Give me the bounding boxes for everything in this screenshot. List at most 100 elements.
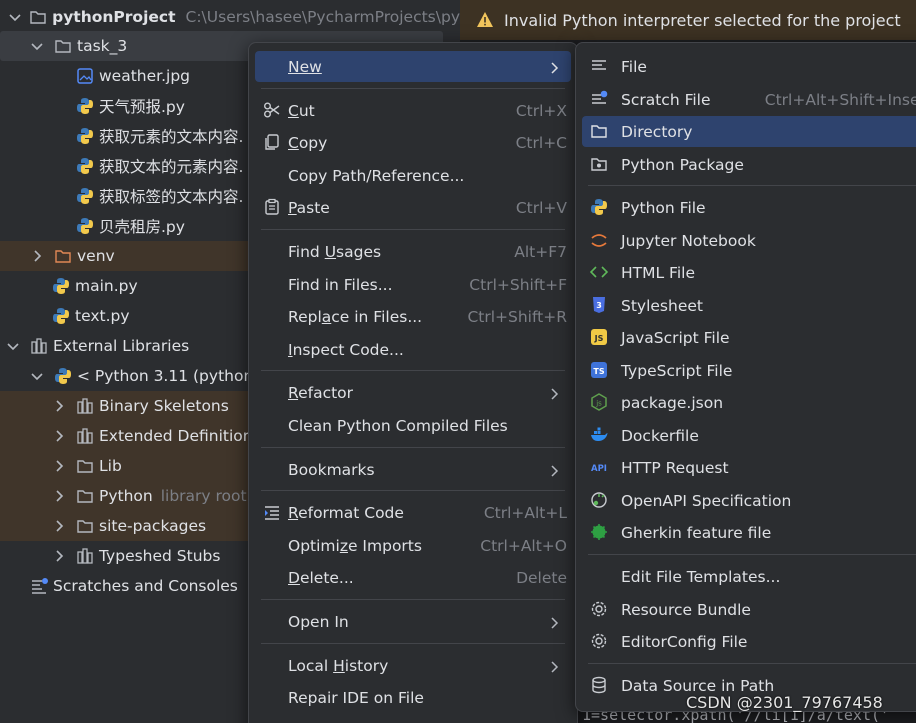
menu-item-dockerfile[interactable]: Dockerfile: [582, 420, 916, 451]
chevron-right-icon[interactable]: [52, 399, 66, 413]
menu-item-open-in[interactable]: Open In: [255, 606, 571, 637]
python-file-icon: [76, 97, 94, 115]
chevron-down-icon[interactable]: [30, 369, 44, 383]
tree-root[interactable]: pythonProject C:\Users\hasee\PycharmProj…: [0, 2, 460, 32]
menu-item-clean-compiled[interactable]: Clean Python Compiled Files: [255, 410, 571, 441]
menu-item-label: Find Usages: [288, 242, 382, 261]
menu-item-file[interactable]: File: [582, 51, 916, 82]
folder-label: Extended Definitior: [99, 427, 250, 445]
folder-icon: [54, 37, 72, 55]
menu-item-bookmarks[interactable]: Bookmarks: [255, 454, 571, 485]
chevron-right-icon[interactable]: [52, 459, 66, 473]
folder-label: Binary Skeletons: [99, 397, 229, 415]
menu-item-label: HTML File: [621, 263, 695, 282]
copy-icon: [263, 133, 281, 151]
menu-item-label: TypeScript File: [621, 361, 733, 380]
tree-binary-skeletons[interactable]: Binary Skeletons: [0, 391, 250, 421]
menu-item-label: JavaScript File: [621, 328, 730, 347]
menu-separator: [261, 643, 565, 644]
shortcut-label: Alt+F7: [514, 242, 567, 261]
database-icon: [590, 676, 608, 694]
menu-item-directory[interactable]: Directory: [582, 116, 916, 147]
gherkin-icon: [590, 523, 608, 541]
svg-text:3: 3: [596, 301, 602, 310]
menu-item-python-package[interactable]: Python Package: [582, 149, 916, 180]
menu-separator: [261, 599, 565, 600]
python-file-icon: [590, 198, 608, 216]
tree-folder-venv[interactable]: venv: [0, 241, 250, 271]
file-label: main.py: [75, 277, 138, 295]
tree-site-packages[interactable]: site-packages: [0, 511, 250, 541]
context-menu: New Cut Ctrl+X Copy Ctrl+C Copy Path/Ref…: [248, 42, 578, 723]
chevron-down-icon[interactable]: [8, 10, 21, 24]
chevron-down-icon[interactable]: [6, 339, 20, 353]
project-name: pythonProject: [52, 8, 176, 26]
tree-extended-definitions[interactable]: Extended Definitior: [0, 421, 250, 451]
svg-text:JS: JS: [594, 334, 604, 343]
api-icon: API: [590, 458, 608, 476]
menu-item-scratch-file[interactable]: Scratch File Ctrl+Alt+Shift+Insert: [582, 84, 916, 115]
chevron-right-icon[interactable]: [52, 429, 66, 443]
menu-item-html-file[interactable]: HTML File: [582, 257, 916, 288]
menu-item-http-request[interactable]: API HTTP Request: [582, 452, 916, 483]
menu-item-edit-templates[interactable]: Edit File Templates...: [582, 561, 916, 592]
tree-python-lib-root[interactable]: Python library root: [0, 481, 250, 511]
menu-item-label: package.json: [621, 393, 724, 412]
menu-item-typescript[interactable]: TS TypeScript File: [582, 355, 916, 386]
docker-icon: [590, 426, 608, 444]
menu-item-reformat-code[interactable]: Reformat Code Ctrl+Alt+L: [255, 497, 571, 528]
menu-item-find-usages[interactable]: Find Usages Alt+F7: [255, 236, 571, 267]
menu-item-label: Scratch File: [621, 90, 711, 109]
menu-item-gherkin[interactable]: Gherkin feature file: [582, 517, 916, 548]
folder-icon: [76, 487, 94, 505]
chevron-right-icon[interactable]: [30, 249, 44, 263]
folder-icon: [76, 457, 94, 475]
menu-item-paste[interactable]: Paste Ctrl+V: [255, 192, 571, 223]
shortcut-label: Ctrl+V: [515, 198, 567, 217]
menu-item-cut[interactable]: Cut Ctrl+X: [255, 95, 571, 126]
menu-item-refactor[interactable]: Refactor: [255, 377, 571, 408]
menu-item-optimize-imports[interactable]: Optimize Imports Ctrl+Alt+O: [255, 530, 571, 561]
menu-item-local-history[interactable]: Local History: [255, 650, 571, 681]
menu-item-resource-bundle[interactable]: Resource Bundle: [582, 594, 916, 625]
menu-item-label: Find in Files...: [288, 275, 393, 294]
chevron-down-icon[interactable]: [30, 39, 44, 53]
menu-item-label: Paste: [288, 198, 330, 217]
chevron-right-icon[interactable]: [52, 519, 66, 533]
tree-lib[interactable]: Lib: [0, 451, 250, 481]
menu-separator: [261, 370, 565, 371]
menu-separator: [588, 185, 916, 186]
menu-item-label: Python Package: [621, 155, 744, 174]
menu-item-copy[interactable]: Copy Ctrl+C: [255, 127, 571, 158]
project-path: C:\Users\hasee\PycharmProjects\py: [185, 8, 461, 26]
menu-item-openapi[interactable]: OpenAPI Specification: [582, 485, 916, 516]
menu-item-find-in-files[interactable]: Find in Files... Ctrl+Shift+F: [255, 269, 571, 300]
chevron-right-icon[interactable]: [52, 489, 66, 503]
shortcut-label: Ctrl+Shift+F: [469, 275, 567, 294]
menu-item-delete[interactable]: Delete... Delete: [255, 562, 571, 593]
menu-item-inspect-code[interactable]: Inspect Code...: [255, 334, 571, 365]
menu-item-label: Repair IDE on File: [288, 688, 424, 707]
menu-item-javascript[interactable]: JS JavaScript File: [582, 322, 916, 353]
menu-item-new[interactable]: New: [255, 51, 571, 82]
menu-item-repair-ide[interactable]: Repair IDE on File: [255, 682, 571, 713]
menu-item-label: Gherkin feature file: [621, 523, 772, 542]
javascript-icon: JS: [590, 328, 608, 346]
menu-item-jupyter[interactable]: Jupyter Notebook: [582, 225, 916, 256]
menu-item-stylesheet[interactable]: 3 Stylesheet: [582, 290, 916, 321]
file-label: 获取标签的文本内容.: [99, 188, 244, 206]
menu-item-replace-in-files[interactable]: Replace in Files... Ctrl+Shift+R: [255, 301, 571, 332]
menu-item-editorconfig[interactable]: EditorConfig File: [582, 626, 916, 657]
submenu-arrow-icon: [551, 659, 559, 673]
menu-item-python-file[interactable]: Python File: [582, 192, 916, 223]
scratches-icon: [30, 577, 48, 595]
menu-item-package-json[interactable]: js package.json: [582, 387, 916, 418]
reformat-icon: [263, 503, 281, 521]
library-icon: [30, 337, 48, 355]
menu-item-copy-path[interactable]: Copy Path/Reference...: [255, 160, 571, 191]
typescript-icon: TS: [590, 361, 608, 379]
scissors-icon: [263, 101, 281, 119]
chevron-right-icon[interactable]: [52, 549, 66, 563]
warning-icon: [476, 11, 494, 29]
file-label: 获取文本的元素内容.: [99, 158, 244, 176]
